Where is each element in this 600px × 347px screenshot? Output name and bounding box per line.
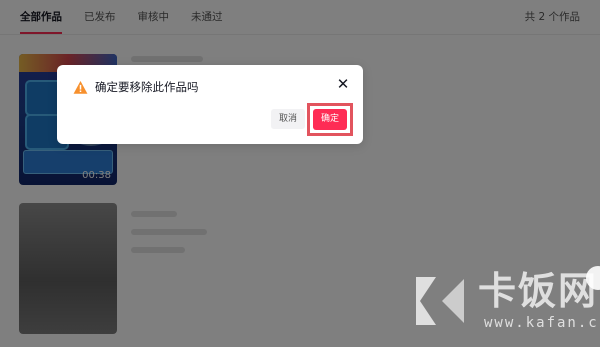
watermark-brand: 卡饭网 [478,269,599,313]
confirm-button[interactable]: 确定 [313,109,347,130]
kafan-logo-icon [416,277,464,325]
dialog-title: 确定要移除此作品吗 [95,80,199,94]
dialog-header: 确定要移除此作品吗 [73,79,199,95]
remove-work-dialog: 确定要移除此作品吗 ✕ 取消 确定 [57,65,363,144]
watermark: 卡饭网 www.kafan.cn [404,265,600,347]
close-icon[interactable]: ✕ [335,76,351,92]
watermark-url: www.kafan.cn [484,315,600,331]
cancel-button[interactable]: 取消 [271,109,305,129]
warning-icon [73,80,88,94]
